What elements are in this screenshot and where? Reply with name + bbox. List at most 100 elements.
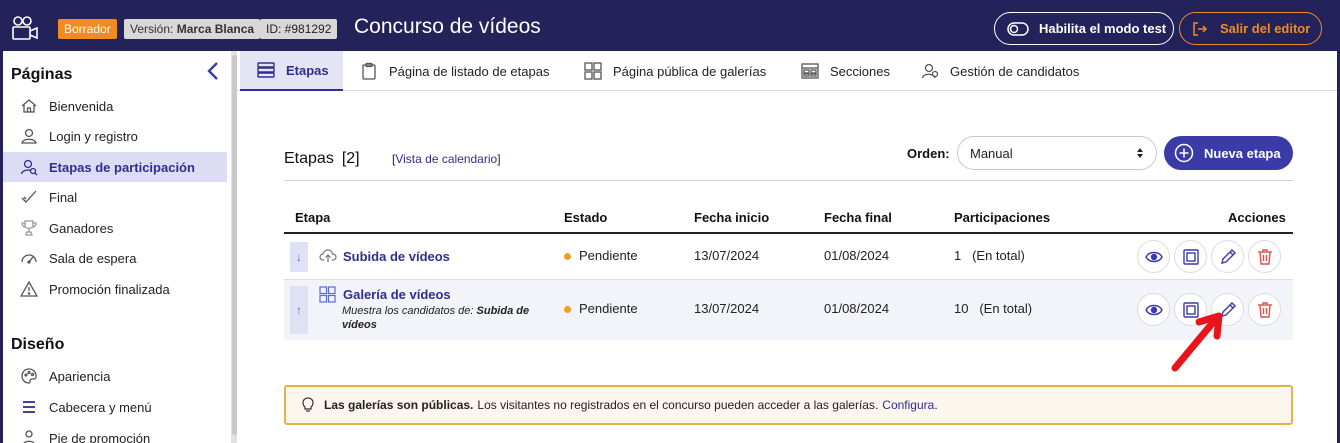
trophy-icon	[19, 218, 39, 238]
status-cell: Pendiente	[564, 248, 638, 263]
lightbulb-icon	[302, 397, 314, 412]
stage-name-link[interactable]: Subida de vídeos	[343, 249, 450, 264]
sidebar-item-login[interactable]: Login y registro	[3, 121, 227, 151]
table-row: ↑ Galería de vídeos Muestra los candidat…	[284, 280, 1293, 340]
top-bar: Borrador Versión: Marca Blanca ID: #9812…	[0, 0, 1340, 51]
sidebar-item-label: Promoción finalizada	[49, 281, 170, 297]
view-button[interactable]	[1137, 240, 1170, 273]
notice-end: .	[934, 398, 938, 412]
grid-icon	[583, 61, 603, 81]
user-icon	[19, 126, 39, 146]
sidebar-item-bienvenida[interactable]: Bienvenida	[3, 91, 227, 121]
version-badge: Versión: Marca Blanca	[124, 19, 261, 39]
sidebar-item-label: Cabecera y menú	[49, 399, 152, 415]
sidebar-scrollbar[interactable]	[231, 51, 237, 443]
tab-pagina-publica[interactable]: Página pública de galerías	[583, 51, 766, 91]
pages-heading: Páginas	[11, 66, 73, 83]
move-down-button[interactable]: ↓	[290, 242, 308, 272]
sidebar-item-final[interactable]: Final	[3, 182, 227, 212]
sidebar-item-label: Ganadores	[49, 220, 114, 236]
delete-button[interactable]	[1248, 240, 1281, 273]
start-date-cell: 13/07/2024	[694, 301, 760, 316]
palette-icon	[19, 366, 39, 386]
gauge-icon	[19, 248, 39, 268]
cloud-upload-icon	[319, 249, 337, 262]
collapse-sidebar-icon[interactable]	[205, 61, 221, 81]
end-date-cell: 01/08/2024	[824, 248, 890, 263]
tab-secciones[interactable]: Secciones	[800, 51, 890, 91]
clipboard-icon	[359, 61, 379, 81]
start-date-cell: 13/07/2024	[694, 248, 760, 263]
toggle-icon	[1007, 21, 1029, 36]
calendar-view-link[interactable]: [Vista de calendario]	[392, 152, 501, 166]
footer-icon	[19, 428, 39, 443]
menu-icon	[19, 397, 39, 417]
order-label: Orden:	[907, 146, 950, 161]
sidebar-item-label: Sala de espera	[49, 250, 137, 266]
select-caret-icon	[1137, 148, 1143, 158]
move-up-button[interactable]: ↑	[290, 286, 308, 334]
tab-listado-etapas[interactable]: Página de listado de etapas	[359, 51, 549, 91]
exit-icon	[1193, 21, 1208, 36]
sidebar-item-ganadores[interactable]: Ganadores	[3, 213, 227, 243]
version-prefix: Versión:	[130, 22, 174, 36]
stage-name-link[interactable]: Galería de vídeos	[343, 287, 451, 302]
candidates-icon	[920, 61, 940, 81]
edit-button[interactable]	[1211, 240, 1244, 273]
sidebar-item-label: Apariencia	[49, 368, 111, 384]
home-icon	[19, 96, 39, 116]
trash-icon	[1257, 248, 1272, 265]
exit-label: Salir del editor	[1220, 21, 1311, 36]
exit-editor-button[interactable]: Salir del editor	[1179, 12, 1322, 45]
sections-icon	[800, 61, 820, 81]
new-stage-button[interactable]: Nueva etapa	[1164, 136, 1293, 170]
participations-note: (En total)	[972, 248, 1025, 263]
sidebar-item-label: Bienvenida	[49, 98, 114, 114]
column-header-participaciones: Participaciones	[954, 210, 1051, 225]
participations-note: (En total)	[979, 301, 1033, 316]
section-divider	[284, 180, 1293, 181]
sidebar-item-pie[interactable]: Pie de promoción	[3, 423, 227, 443]
sidebar-item-sala-espera[interactable]: Sala de espera	[3, 243, 227, 273]
duplicate-icon	[1182, 248, 1199, 265]
contest-title: Concurso de vídeos	[354, 15, 541, 38]
test-mode-button[interactable]: Habilita el modo test	[994, 12, 1174, 45]
tab-etapas[interactable]: Etapas	[240, 51, 343, 91]
column-header-estado: Estado	[564, 210, 608, 225]
pencil-icon	[1220, 248, 1236, 264]
tab-gestion-candidatos[interactable]: Gestión de candidatos	[920, 51, 1079, 91]
sidebar-item-cabecera[interactable]: Cabecera y menú	[3, 392, 227, 422]
status-dot	[564, 306, 571, 314]
stage-source-note: Muestra los candidatos de: Subida de víd…	[342, 304, 542, 332]
stage-name-cell: Galería de vídeos	[319, 286, 451, 303]
order-select[interactable]: Manual	[957, 136, 1157, 170]
participations-count: 1	[954, 248, 962, 263]
tab-label: Secciones	[830, 63, 890, 79]
end-date-cell: 01/08/2024	[824, 301, 890, 316]
column-header-etapa: Etapa	[295, 210, 331, 225]
calendar-link-text: Vista de calendario	[395, 152, 498, 166]
trash-icon	[1257, 301, 1272, 318]
sidebar-item-label: Final	[49, 189, 78, 205]
status-cell: Pendiente	[564, 301, 638, 316]
configure-link[interactable]: Configura	[882, 398, 934, 412]
eye-icon	[1144, 304, 1163, 315]
duplicate-button[interactable]	[1174, 240, 1207, 273]
public-galleries-notice: Las galerías son públicas. Los visitante…	[284, 385, 1293, 425]
sidebar-item-etapas[interactable]: Etapas de participación	[3, 152, 227, 182]
status-text: Pendiente	[579, 301, 638, 316]
participations-count: 10	[954, 301, 969, 316]
new-stage-label: Nueva etapa	[1204, 145, 1281, 161]
status-dot	[564, 253, 571, 261]
version-value: Marca Blanca	[176, 22, 255, 36]
sidebar-item-apariencia[interactable]: Apariencia	[3, 361, 227, 391]
stages-title-text: Etapas	[284, 150, 334, 167]
column-header-acciones: Acciones	[1228, 210, 1286, 225]
check-icon	[19, 187, 39, 207]
participations-cell: 1 (En total)	[954, 248, 1025, 263]
sidebar-item-promocion-finalizada[interactable]: Promoción finalizada	[3, 274, 227, 304]
table-row: ↓ Subida de vídeos Pendiente 13/07/2024 …	[284, 234, 1293, 280]
delete-button[interactable]	[1248, 293, 1281, 326]
test-mode-label: Habilita el modo test	[1039, 21, 1167, 36]
stage-name-cell: Subida de vídeos	[319, 248, 450, 264]
